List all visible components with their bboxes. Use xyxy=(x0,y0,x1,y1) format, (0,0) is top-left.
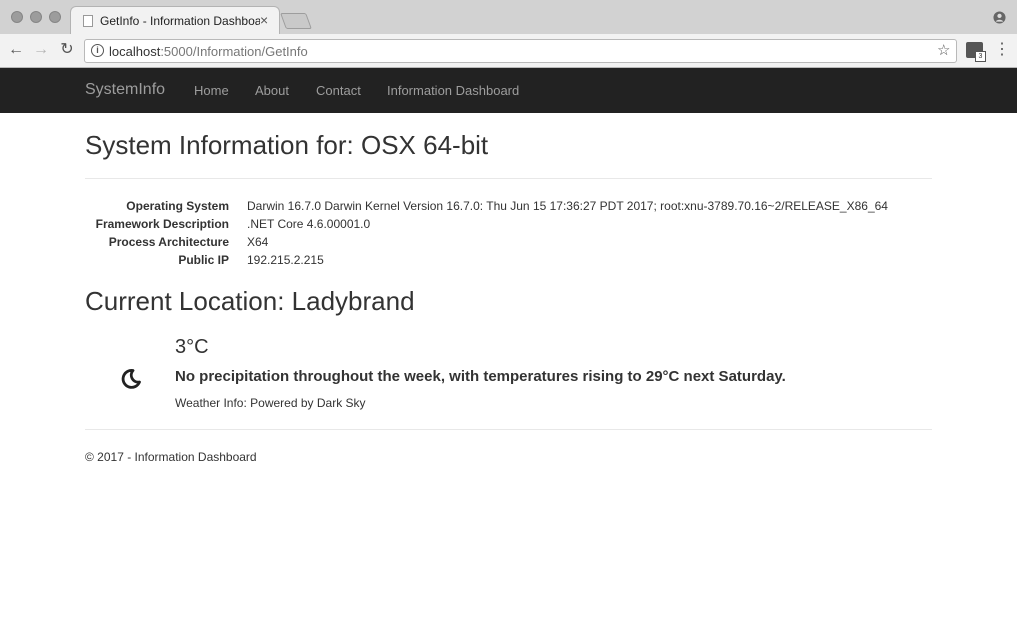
value-framework-description: .NET Core 4.6.00001.0 xyxy=(247,217,371,231)
url-path: :5000/Information/GetInfo xyxy=(160,44,308,59)
label-process-architecture: Process Architecture xyxy=(108,235,229,249)
maximize-window-button[interactable] xyxy=(49,11,61,23)
browser-toolbar: ← → ↻ i localhost:5000/Information/GetIn… xyxy=(0,34,1017,67)
tab-strip: GetInfo - Information Dashboard × xyxy=(0,0,1017,34)
bookmark-star-icon[interactable]: ☆ xyxy=(937,41,950,59)
footer-copyright: © 2017 - Information Dashboard xyxy=(85,450,257,464)
reload-icon[interactable]: ↻ xyxy=(58,41,76,59)
nav-link-contact[interactable]: Contact xyxy=(316,83,361,98)
browser-menu-icon[interactable]: ⋮ xyxy=(994,41,1010,59)
url-text[interactable]: localhost:5000/Information/GetInfo xyxy=(109,44,308,59)
system-info-title: System Information for: OSX 64-bit xyxy=(85,130,489,160)
browser-chrome: GetInfo - Information Dashboard × ← → ↻ … xyxy=(0,0,1017,68)
forward-arrow-icon[interactable]: → xyxy=(32,41,50,59)
tab-title: GetInfo - Information Dashboard xyxy=(100,14,260,28)
label-operating-system: Operating System xyxy=(126,199,229,213)
site-navbar: SystemInfo Home About Contact Informatio… xyxy=(0,68,1017,113)
site-info-icon[interactable]: i xyxy=(91,44,104,57)
new-tab-button[interactable] xyxy=(280,13,312,29)
section-divider xyxy=(85,178,932,179)
address-bar[interactable]: i localhost:5000/Information/GetInfo ☆ xyxy=(84,39,957,63)
close-window-button[interactable] xyxy=(11,11,23,23)
current-location-title: Current Location: Ladybrand xyxy=(85,286,415,316)
page-favicon-icon xyxy=(83,15,93,27)
value-operating-system: Darwin 16.7.0 Darwin Kernel Version 16.7… xyxy=(247,199,888,213)
footer-divider xyxy=(85,429,932,430)
nav-link-about[interactable]: About xyxy=(255,83,289,98)
temperature: 3°C xyxy=(175,336,209,358)
extension-badge: 3 xyxy=(975,51,986,62)
label-public-ip: Public IP xyxy=(178,253,229,267)
navbar-brand[interactable]: SystemInfo xyxy=(85,81,165,99)
label-framework-description: Framework Description xyxy=(95,217,229,231)
minimize-window-button[interactable] xyxy=(30,11,42,23)
value-public-ip: 192.215.2.215 xyxy=(247,253,324,267)
nav-link-information-dashboard[interactable]: Information Dashboard xyxy=(387,83,519,98)
weather-summary: No precipitation throughout the week, wi… xyxy=(175,368,786,385)
tab-close-icon[interactable]: × xyxy=(260,12,268,28)
back-arrow-icon[interactable]: ← xyxy=(7,41,25,59)
nav-link-home[interactable]: Home xyxy=(194,83,229,98)
url-host: localhost xyxy=(109,44,161,59)
value-process-architecture: X64 xyxy=(247,235,269,249)
clear-night-moon-icon xyxy=(121,369,141,389)
browser-tab-active[interactable]: GetInfo - Information Dashboard × xyxy=(70,6,280,34)
weather-attribution: Weather Info: Powered by Dark Sky xyxy=(175,396,366,410)
profile-icon[interactable] xyxy=(993,11,1006,24)
